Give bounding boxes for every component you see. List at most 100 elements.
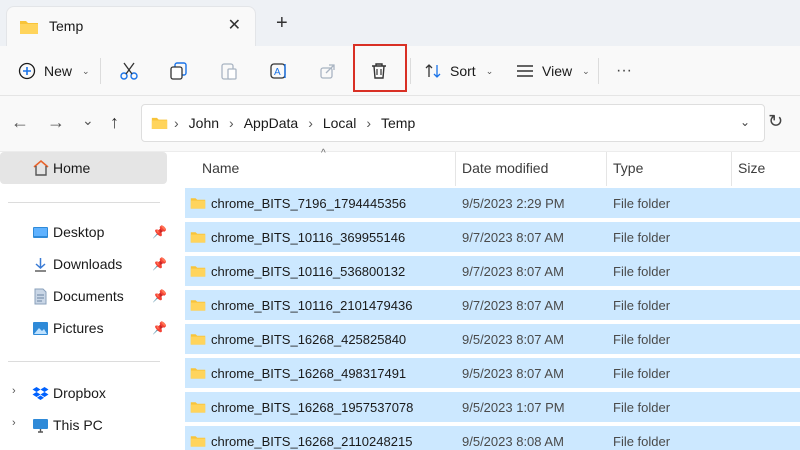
address-bar[interactable]: › John › AppData › Local › Temp ⌄ (141, 104, 765, 142)
sort-arrows-icon (425, 64, 441, 78)
column-header-type[interactable]: Type (613, 160, 643, 176)
file-type: File folder (613, 332, 671, 347)
folder-icon (151, 117, 168, 129)
file-date-modified: 9/5/2023 8:08 AM (462, 434, 564, 449)
rename-button[interactable]: A (269, 55, 289, 87)
desktop-icon (33, 227, 48, 238)
column-header-size[interactable]: Size (738, 160, 765, 176)
table-row[interactable]: chrome_BITS_10116_536800132 9/7/2023 8:07… (185, 256, 800, 286)
file-date-modified: 9/5/2023 1:07 PM (462, 400, 565, 415)
sidebar-item-desktop[interactable]: Desktop 📌 (0, 217, 167, 247)
sidebar-item-label: Dropbox (53, 385, 106, 401)
view-dropdown-caret: ⌄ (582, 65, 590, 76)
file-type: File folder (613, 230, 671, 245)
file-list: ^ Name Date modified Type Size chrome_BI… (185, 148, 800, 450)
sidebar-item-label: This PC (53, 417, 103, 433)
tab-temp[interactable]: Temp ✕ (6, 6, 256, 46)
sidebar-item-pictures[interactable]: Pictures 📌 (0, 313, 167, 343)
view-label: View (542, 63, 573, 79)
table-row[interactable]: chrome_BITS_10116_369955146 9/7/2023 8:07… (185, 222, 800, 252)
file-type: File folder (613, 400, 671, 415)
new-button[interactable]: New ⌄ (18, 55, 90, 87)
breadcrumb-separator: › (308, 115, 313, 131)
sidebar-item-this-pc[interactable]: › This PC (0, 410, 167, 440)
pin-icon[interactable]: 📌 (152, 257, 167, 271)
view-button[interactable]: View ⌄ (516, 55, 590, 87)
table-row[interactable]: chrome_BITS_10116_2101479436 9/7/2023 8:0… (185, 290, 800, 320)
chevron-down-icon[interactable]: ⌄ (740, 115, 750, 129)
up-button[interactable]: ↑ (110, 112, 119, 132)
cut-button[interactable] (119, 55, 139, 87)
clipboard-icon (221, 63, 237, 80)
pictures-icon (33, 322, 48, 335)
navigation-pane: Home Desktop 📌 Downloads 📌 Documents 📌 P… (0, 152, 170, 450)
file-name: chrome_BITS_10116_536800132 (211, 264, 406, 279)
file-date-modified: 9/7/2023 8:07 AM (462, 264, 564, 279)
back-button[interactable]: ← (11, 112, 29, 132)
column-divider[interactable] (606, 152, 607, 186)
folder-icon (190, 334, 206, 345)
file-date-modified: 9/7/2023 8:07 AM (462, 230, 564, 245)
folder-icon (190, 402, 206, 413)
column-divider[interactable] (731, 152, 732, 186)
expand-chevron-icon[interactable]: › (12, 417, 16, 429)
forward-button[interactable]: → (47, 112, 65, 132)
table-row[interactable]: chrome_BITS_16268_2110248215 9/5/2023 8:0… (185, 426, 800, 450)
copy-button[interactable] (169, 55, 189, 87)
sidebar-item-label: Home (53, 160, 91, 176)
table-row[interactable]: chrome_BITS_16268_498317491 9/5/2023 8:07… (185, 358, 800, 388)
svg-text:A: A (274, 67, 281, 78)
breadcrumb-appdata[interactable]: AppData (244, 115, 298, 131)
more-options-button[interactable]: ··· (616, 55, 632, 87)
share-button[interactable] (318, 55, 338, 87)
plus-circle-icon (18, 62, 36, 80)
breadcrumb-temp[interactable]: Temp (381, 115, 415, 131)
file-date-modified: 9/7/2023 8:07 AM (462, 298, 564, 313)
copy-icon (170, 62, 187, 80)
close-tab-icon[interactable]: ✕ (228, 16, 241, 36)
column-header-date[interactable]: Date modified (462, 160, 548, 176)
paste-button[interactable] (219, 55, 239, 87)
table-row[interactable]: chrome_BITS_16268_1957537078 9/5/2023 1:0… (185, 392, 800, 422)
new-tab-button[interactable]: + (276, 12, 288, 34)
file-type: File folder (613, 434, 671, 449)
dropbox-icon (32, 387, 49, 400)
table-row[interactable]: chrome_BITS_16268_425825840 9/5/2023 8:07… (185, 324, 800, 354)
divider (8, 361, 160, 362)
pin-icon[interactable]: 📌 (152, 321, 167, 335)
download-icon (35, 258, 46, 272)
breadcrumb-john[interactable]: John (189, 115, 219, 131)
sidebar-item-label: Desktop (53, 224, 105, 240)
new-dropdown-caret: ⌄ (82, 65, 90, 76)
share-icon (320, 64, 335, 79)
table-row[interactable]: chrome_BITS_7196_1794445356 9/5/2023 2:29… (185, 188, 800, 218)
sidebar-item-documents[interactable]: Documents 📌 (0, 281, 167, 311)
folder-icon (190, 198, 206, 209)
sort-dropdown-caret: ⌄ (485, 65, 494, 76)
divider (100, 58, 101, 84)
column-divider[interactable] (455, 152, 456, 186)
sidebar-item-home[interactable]: Home (0, 152, 167, 184)
sidebar-item-dropbox[interactable]: › Dropbox (0, 378, 167, 408)
divider (598, 58, 599, 84)
recent-locations-button[interactable]: ⌄ (82, 110, 94, 130)
view-lines-icon (517, 65, 533, 77)
expand-chevron-icon[interactable]: › (12, 385, 16, 397)
pin-icon[interactable]: 📌 (152, 289, 167, 303)
file-name: chrome_BITS_16268_425825840 (211, 332, 407, 347)
sidebar-item-label: Pictures (53, 320, 104, 336)
breadcrumb-separator: › (229, 115, 234, 131)
file-name: chrome_BITS_16268_498317491 (211, 366, 407, 381)
file-date-modified: 9/5/2023 2:29 PM (462, 196, 565, 211)
folder-icon (190, 300, 206, 311)
file-date-modified: 9/5/2023 8:07 AM (462, 332, 564, 347)
pin-icon[interactable]: 📌 (152, 225, 167, 239)
folder-icon (20, 21, 38, 34)
column-header-name[interactable]: Name (202, 160, 239, 176)
sidebar-item-downloads[interactable]: Downloads 📌 (0, 249, 167, 279)
sort-button[interactable]: Sort ⌄ (424, 55, 493, 87)
refresh-button[interactable]: ↻ (768, 110, 783, 132)
file-name: chrome_BITS_7196_1794445356 (211, 196, 407, 211)
folder-icon (190, 436, 206, 447)
breadcrumb-local[interactable]: Local (323, 115, 356, 131)
